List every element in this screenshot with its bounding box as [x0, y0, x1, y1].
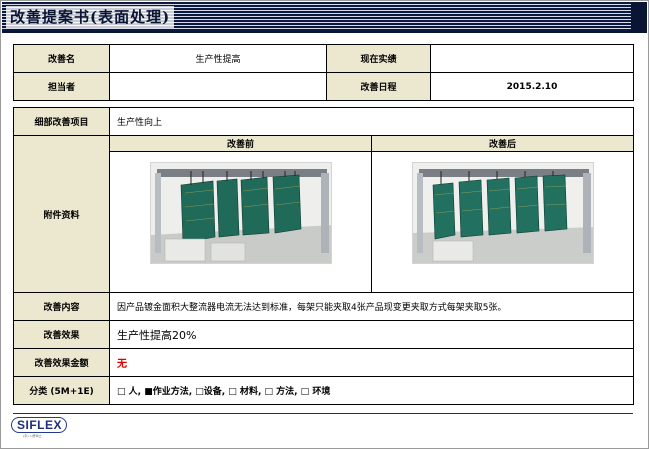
content-value: 因产品镀金面积大整流器电流无法达到标准，每架只能夹取4张产品现变更夹取方式每架夹… [108, 292, 635, 321]
content-label: 改善内容 [13, 292, 110, 321]
footer-divider [13, 413, 633, 414]
title-bar: 改善提案书(表面处理) [2, 2, 647, 33]
before-label: 改善前 [109, 135, 372, 152]
logo-text: SIFLEX [17, 418, 63, 432]
actual-value [430, 44, 634, 73]
date-value: 2015.2.10 [430, 72, 634, 101]
document-title: 改善提案书(表面处理) [6, 6, 175, 28]
after-label: 改善后 [370, 135, 635, 152]
category-label: 分类 (5M+1E) [13, 376, 110, 405]
table-row: 担当者 改善日程 2015.2.10 [13, 72, 634, 101]
item-value: 生产性向上 [108, 107, 635, 136]
effect-label: 改善效果 [13, 320, 110, 349]
table-row: 分类 (5M+1E) □ 人, ■作业方法, □设备, □ 材料, □ 方法, … [13, 376, 635, 405]
name-label: 改善名 [13, 44, 110, 73]
owner-label: 担当者 [13, 72, 110, 101]
amount-label: 改善效果金额 [13, 348, 110, 377]
logo-subtext: (주) 시플렉스 [23, 434, 42, 438]
actual-label: 现在实绩 [326, 44, 431, 73]
before-photo-cell [109, 151, 372, 293]
before-photo [149, 162, 332, 264]
after-photo-cell [370, 151, 635, 293]
table-row: 附件资料 改善前 改善后 [13, 135, 635, 293]
table-row: 改善内容 因产品镀金面积大整流器电流无法达到标准，每架只能夹取4张产品现变更夹取… [13, 292, 635, 321]
detail-table: 细部改善项目 生产性向上 附件资料 改善前 改善后 改善内容 因产品镀金面积大整… [13, 107, 635, 405]
attach-label: 附件资料 [13, 135, 110, 293]
table-row: 改善名 生产性提高 现在实绩 [13, 44, 634, 73]
table-row: 改善效果金额 无 [13, 348, 635, 377]
category-value: □ 人, ■作业方法, □设备, □ 材料, □ 方法, □ 环境 [108, 376, 635, 405]
summary-table: 改善名 生产性提高 现在实绩 担当者 改善日程 2015.2.10 [13, 44, 634, 101]
siflex-logo: SIFLEX (주) 시플렉스 [11, 417, 71, 441]
amount-value: 无 [108, 348, 635, 377]
title-accent [631, 2, 647, 33]
table-row: 改善效果 生产性提高20% [13, 320, 635, 349]
name-value: 生产性提高 [109, 44, 327, 73]
after-photo [411, 162, 594, 264]
owner-value [109, 72, 327, 101]
table-row: 细部改善项目 生产性向上 [13, 107, 635, 136]
item-label: 细部改善项目 [13, 107, 110, 136]
date-label: 改善日程 [326, 72, 431, 101]
effect-value: 生产性提高20% [108, 320, 635, 349]
